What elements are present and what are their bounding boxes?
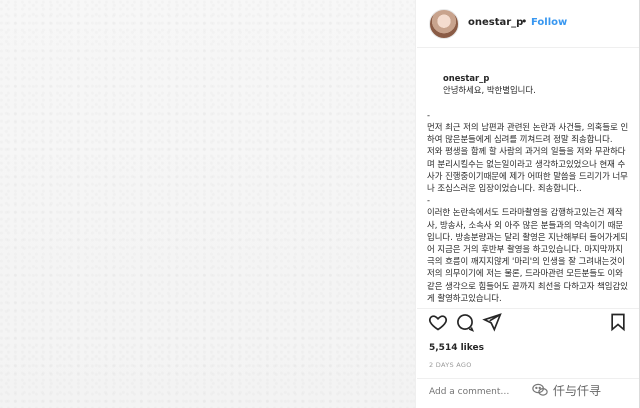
caption-body: - 먼저 최근 저의 남편과 관련된 논란과 사건들, 의혹들로 인하여 많은분… — [427, 109, 629, 303]
bookmark-icon[interactable] — [608, 312, 628, 332]
post-image[interactable] — [0, 0, 416, 408]
caption-greeting: 안녕하세요, 박한별입니다. — [442, 85, 536, 96]
post-modal: onestar_p • Follow onestar_p 안녕하세요, 박한별입… — [0, 0, 640, 408]
caption: onestar_p 안녕하세요, 박한별입니다. - 먼저 최근 저의 남편과 … — [427, 60, 629, 308]
avatar[interactable] — [429, 9, 459, 39]
wechat-icon — [531, 381, 549, 399]
heart-icon[interactable] — [428, 312, 448, 332]
action-bar — [417, 308, 639, 348]
comment-icon[interactable] — [455, 312, 475, 332]
watermark-text: 仟与仟寻 — [553, 383, 602, 398]
caption-author[interactable]: onestar_p — [443, 73, 489, 83]
share-icon[interactable] — [482, 312, 502, 332]
watermark: 仟与仟寻 — [531, 378, 601, 402]
timestamp: 2 DAYS AGO — [429, 361, 472, 369]
username-link[interactable]: onestar_p — [468, 17, 523, 28]
separator-dot: • — [521, 15, 528, 28]
follow-button[interactable]: Follow — [531, 17, 567, 28]
likes-count[interactable]: 5,514 likes — [429, 343, 484, 353]
